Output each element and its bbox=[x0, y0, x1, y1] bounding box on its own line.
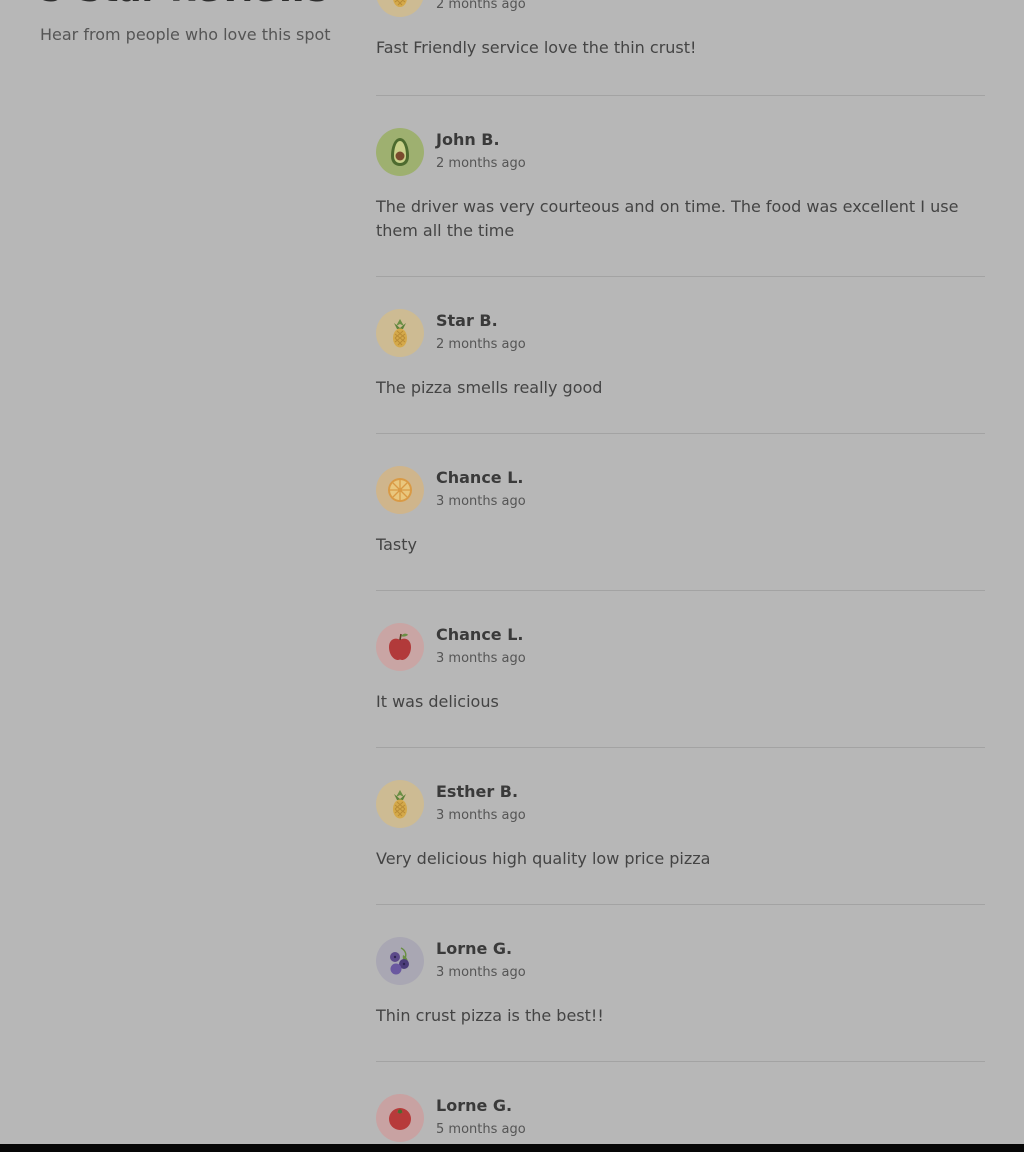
divider bbox=[376, 433, 985, 434]
reviewer-name: Chance L. bbox=[436, 468, 524, 487]
review-item: Chance L. 3 months ago Tasty bbox=[376, 466, 985, 557]
review-item: Esther B. 3 months ago Very delicious hi… bbox=[376, 780, 985, 871]
divider bbox=[376, 747, 985, 748]
divider bbox=[376, 904, 985, 905]
divider bbox=[376, 1061, 985, 1062]
reviewer-name: Lorne G. bbox=[436, 1096, 513, 1115]
review-time: 3 months ago bbox=[436, 965, 526, 980]
review-time: 3 months ago bbox=[436, 651, 526, 666]
review-time: 2 months ago bbox=[436, 0, 526, 12]
review-time: 3 months ago bbox=[436, 808, 526, 823]
review-time: 3 months ago bbox=[436, 494, 526, 509]
pineapple-icon bbox=[376, 780, 424, 828]
reviewer: 2 months ago bbox=[376, 0, 985, 17]
review-time: 5 months ago bbox=[436, 1122, 526, 1137]
review-time: 2 months ago bbox=[436, 156, 526, 171]
apple-icon bbox=[376, 623, 424, 671]
tomato-icon bbox=[376, 1094, 424, 1142]
divider bbox=[376, 276, 985, 277]
reviewer-name: Chance L. bbox=[436, 625, 524, 644]
review-item: 2 months ago Fast Friendly service love … bbox=[376, 0, 985, 60]
reviewer-name: Star B. bbox=[436, 311, 498, 330]
review-item: Star B. 2 months ago The pizza smells re… bbox=[376, 309, 985, 400]
divider bbox=[376, 590, 985, 591]
review-text: The pizza smells really good bbox=[376, 378, 603, 397]
review-item: John B. 2 months ago The driver was very… bbox=[376, 128, 985, 243]
review-text: Very delicious high quality low price pi… bbox=[376, 849, 711, 868]
reviewer-name: Lorne G. bbox=[436, 939, 513, 958]
review-item: Chance L. 3 months ago It was delicious bbox=[376, 623, 985, 714]
reviewer: Chance L. 3 months ago bbox=[376, 623, 985, 671]
section-header: 5-Star Reviews Hear from people who love… bbox=[40, 0, 340, 46]
blueberries-icon bbox=[376, 937, 424, 985]
reviewer: Chance L. 3 months ago bbox=[376, 466, 985, 514]
section-subtitle: Hear from people who love this spot bbox=[40, 25, 331, 44]
review-item: Lorne G. 5 months ago bbox=[376, 1094, 985, 1142]
review-item: Lorne G. 3 months ago Thin crust pizza i… bbox=[376, 937, 985, 1028]
orange-slice-icon bbox=[376, 466, 424, 514]
divider bbox=[376, 95, 985, 96]
pineapple-icon bbox=[376, 0, 424, 17]
review-text: Tasty bbox=[376, 535, 418, 554]
reviewer: Lorne G. 3 months ago bbox=[376, 937, 985, 985]
reviewer: Star B. 2 months ago bbox=[376, 309, 985, 357]
reviewer: Esther B. 3 months ago bbox=[376, 780, 985, 828]
reviewer: John B. 2 months ago bbox=[376, 128, 985, 176]
section-title: 5-Star Reviews bbox=[40, 0, 340, 10]
review-text: Thin crust pizza is the best!! bbox=[376, 1006, 604, 1025]
reviewer-name: John B. bbox=[436, 130, 500, 149]
avocado-icon bbox=[376, 128, 424, 176]
review-text: The driver was very courteous and on tim… bbox=[376, 197, 959, 240]
reviewer: Lorne G. 5 months ago bbox=[376, 1094, 985, 1142]
review-time: 2 months ago bbox=[436, 337, 526, 352]
reviewer-name: Esther B. bbox=[436, 782, 519, 801]
review-text: Fast Friendly service love the thin crus… bbox=[376, 38, 697, 57]
bottom-bar bbox=[0, 1144, 1024, 1152]
pineapple-icon bbox=[376, 309, 424, 357]
review-text: It was delicious bbox=[376, 692, 499, 711]
